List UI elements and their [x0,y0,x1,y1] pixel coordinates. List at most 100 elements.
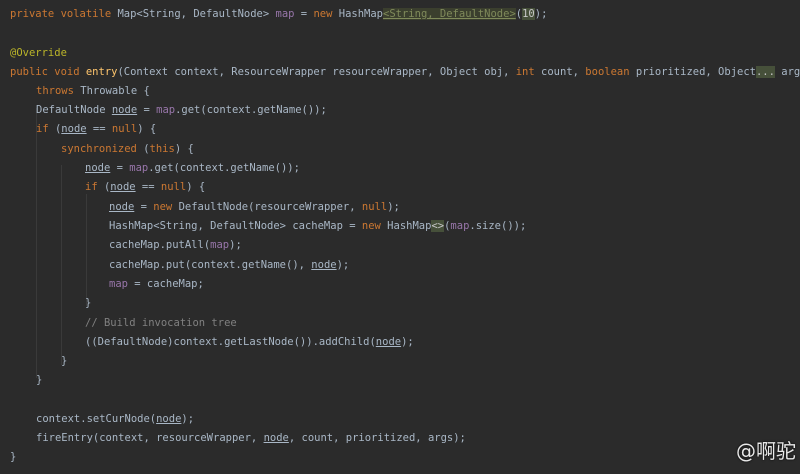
code-line-10[interactable]: node = new DefaultNode(resourceWrapper, … [109,198,400,217]
field-name: map [156,104,176,116]
code-text: ) { [137,123,157,135]
code-line-12[interactable]: cacheMap.putAll(map); [109,236,242,255]
keyword: new [153,201,179,213]
code-line-2[interactable]: @Override [10,44,67,63]
code-text: cacheMap.putAll( [109,239,211,251]
closing-brace: } [85,297,92,309]
code-line-1[interactable]: private volatile Map<String, DefaultNode… [10,5,547,24]
code-text: fireEntry(context, resourceWrapper, [36,432,264,444]
keyword: new [313,8,339,20]
code-line-4[interactable]: throws Throwable { [36,82,150,101]
keyword: if [36,123,55,135]
variable-node: node [375,336,402,348]
code-line-19[interactable]: } [36,371,42,390]
code-text: .size()); [469,220,527,232]
code-text: ) { [186,181,206,193]
keyword: null [111,123,138,135]
code-text: HashMap [387,220,432,232]
keyword: boolean [585,66,636,78]
code-text: DefaultNode(resourceWrapper, [178,201,362,213]
closing-brace: } [36,374,43,386]
variable-node: node [61,123,87,135]
code-line-18[interactable]: } [61,352,67,371]
field-name: map [129,162,149,174]
keyword: synchronized [61,143,144,155]
variable-node: node [156,413,182,425]
code-text: DefaultNode [36,104,112,116]
code-text: Throwable { [80,85,150,97]
field-name: map [109,278,128,290]
field-name: map [450,220,470,232]
code-line-7[interactable]: synchronized (this) { [61,140,194,159]
variable-node: node [311,259,337,271]
code-line-8[interactable]: node = map.get(context.getName()); [85,159,300,178]
keyword: null [361,201,388,213]
code-text: .get(context.getName()); [148,162,300,174]
code-text: Map<String, DefaultNode> [117,8,276,20]
code-text: context.setCurNode( [36,413,157,425]
indent-guide [61,165,62,365]
code-line-17[interactable]: ((DefaultNode)context.getLastNode()).add… [85,333,414,352]
code-text: prioritized, Object [635,66,756,78]
code-text: args) [781,66,800,78]
code-text: = [294,8,314,20]
code-line-13[interactable]: cacheMap.put(context.getName(), node); [109,256,349,275]
variable-node: node [110,181,136,193]
code-line-5[interactable]: DefaultNode node = map.get(context.getNa… [36,101,327,120]
code-line-6[interactable]: if (node == null) { [36,120,156,139]
indent-guide [86,194,87,306]
code-line-11[interactable]: HashMap<String, DefaultNode> cacheMap = … [109,217,526,236]
code-text: cacheMap.put(context.getName(), [109,259,312,271]
code-line-9[interactable]: if (node == null) { [85,178,205,197]
watermark: @啊驼 [736,439,796,463]
code-text: ); [387,201,400,213]
keyword: throws [36,85,81,97]
keyword: new [361,220,388,232]
keyword: this [149,143,175,155]
code-text: .get(context.getName()); [175,104,327,116]
code-text: HashMap [338,8,384,20]
code-line-22[interactable]: } [10,448,16,467]
code-text: (Context context, ResourceWrapper resour… [117,66,516,78]
code-text: = [137,104,157,116]
code-line-20[interactable]: context.setCurNode(node); [36,410,194,429]
field-name: map [210,239,230,251]
variable-node: node [263,432,289,444]
keyword: null [160,181,187,193]
code-line-15[interactable]: } [85,294,91,313]
code-text: ); [534,8,548,20]
code-text: ); [181,413,195,425]
code-line-14[interactable]: map = cacheMap; [109,275,204,294]
closing-brace: } [61,355,68,367]
code-text: , count, prioritized, args); [288,432,466,444]
code-text: == [86,123,112,135]
code-text: = [110,162,130,174]
code-text: ); [229,239,242,251]
annotation: @Override [10,47,67,59]
code-editor[interactable]: private volatile Map<String, DefaultNode… [0,0,800,474]
code-comment: // Build invocation tree [85,317,237,329]
varargs-hint[interactable]: ... [755,66,775,78]
code-text: = cacheMap; [127,278,204,290]
diamond-hint[interactable]: <> [431,220,445,232]
diamond-hint[interactable]: <String, DefaultNode> [383,8,516,20]
keyword: public void [10,66,86,78]
closing-brace: } [10,451,17,463]
keyword: int [515,66,542,78]
method-name: entry [85,66,118,78]
code-line-21[interactable]: fireEntry(context, resourceWrapper, node… [36,429,466,448]
code-text: count, [541,66,586,78]
code-text: ); [401,336,414,348]
code-text: HashMap<String, DefaultNode> cacheMap = [109,220,362,232]
code-text: = [134,201,154,213]
code-text: == [135,181,161,193]
indent-guide [36,108,37,378]
field-name: map [275,8,295,20]
variable-node: node [109,201,135,213]
code-line-3[interactable]: public void entry(Context context, Resou… [10,63,800,82]
variable-node: node [85,162,111,174]
keyword: private volatile [10,8,118,20]
variable-node: node [111,104,138,116]
keyword: if [85,181,104,193]
code-line-16[interactable]: // Build invocation tree [85,314,237,333]
